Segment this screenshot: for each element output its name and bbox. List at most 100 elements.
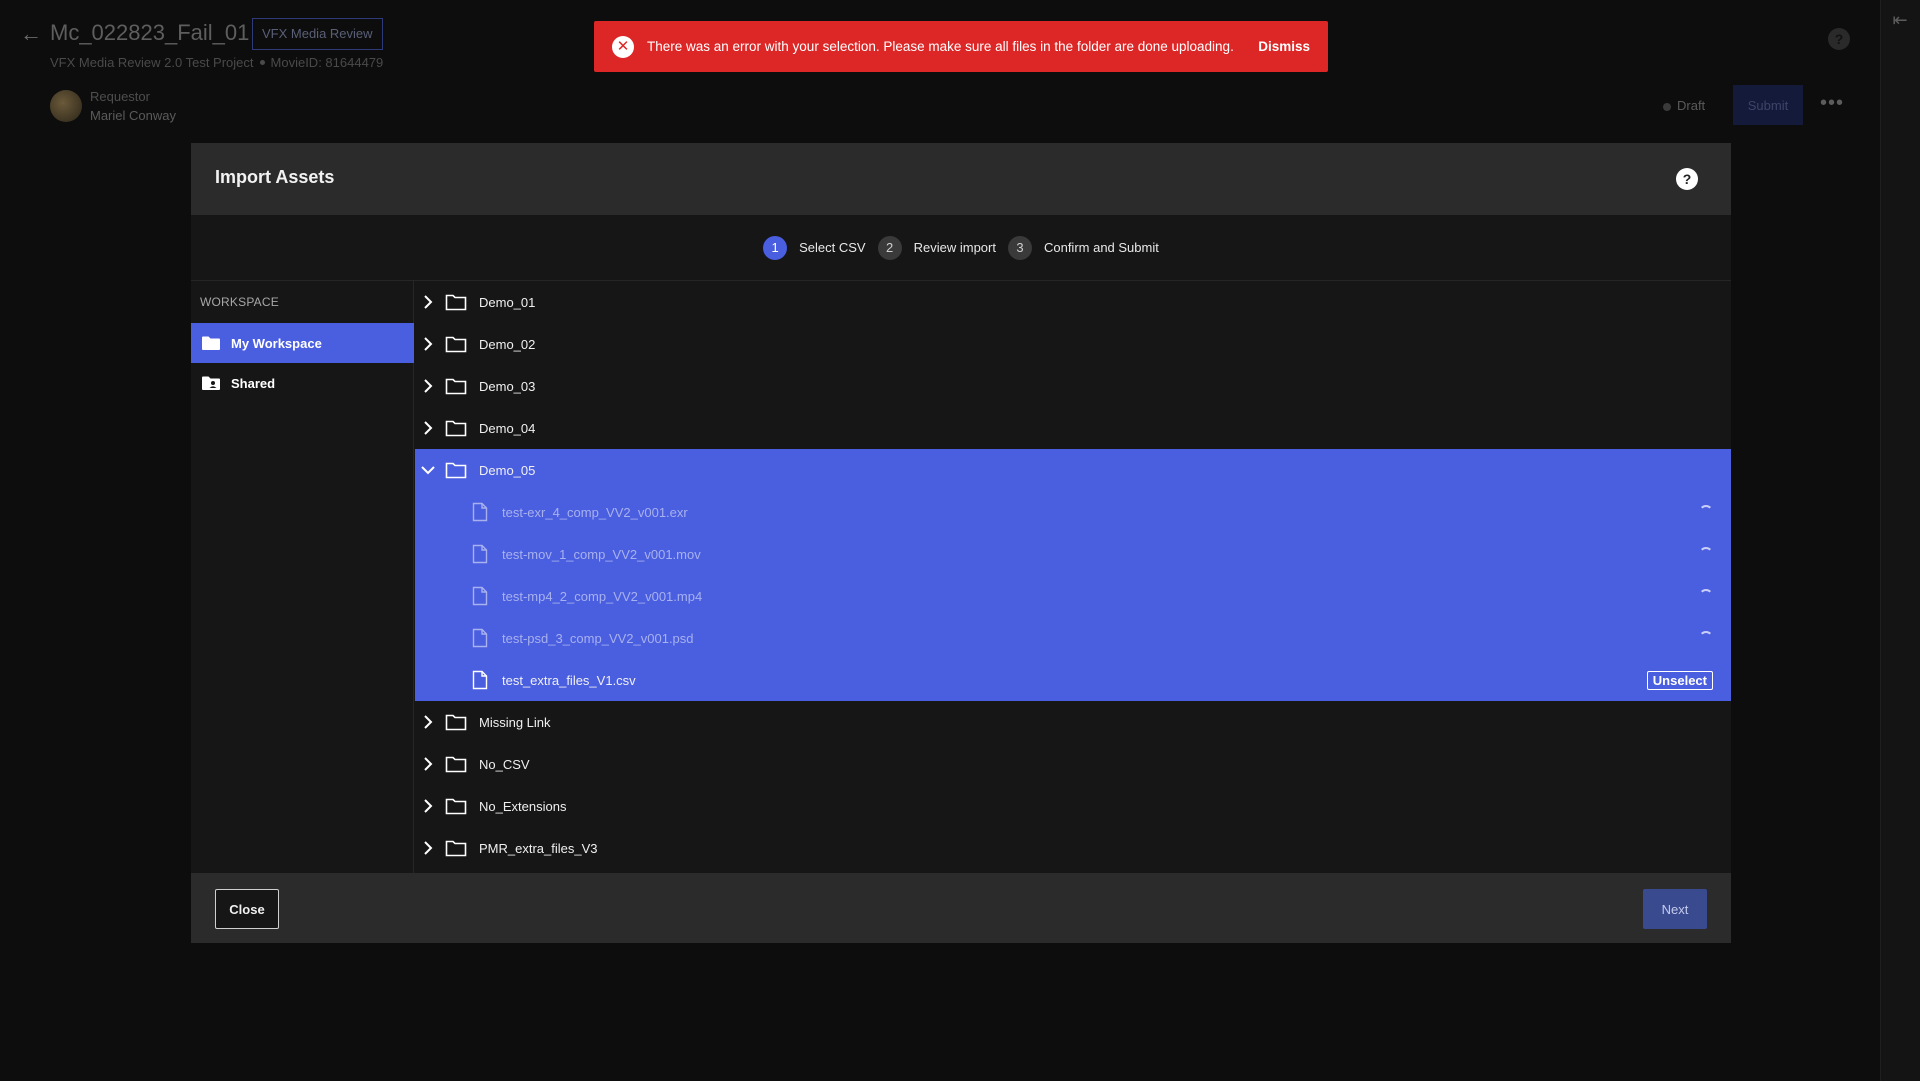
close-button[interactable]: Close [215, 889, 279, 929]
step-number: 2 [877, 235, 902, 260]
file-name: test-mp4_2_comp_VV2_v001.mp4 [502, 588, 703, 604]
file-icon [472, 628, 488, 648]
file-row-mp4[interactable]: test-mp4_2_comp_VV2_v001.mp4 [415, 575, 1731, 617]
folder-row-no-extensions[interactable]: No_Extensions [415, 785, 1731, 827]
next-button[interactable]: Next [1643, 889, 1707, 929]
status-text: Draft [1677, 98, 1706, 113]
file-name: test_extra_files_V1.csv [502, 672, 636, 688]
loading-spinner-icon [1699, 631, 1713, 645]
movie-id: MovieID: 81644479 [270, 55, 384, 70]
folder-name: No_CSV [479, 756, 530, 772]
folder-name: No_Extensions [479, 798, 567, 814]
folder-icon [445, 294, 467, 311]
separator-dot [259, 60, 265, 65]
folder-name: Demo_02 [479, 336, 536, 352]
file-row-mov[interactable]: test-mov_1_comp_VV2_v001.mov [415, 533, 1731, 575]
sidebar-heading: WORKSPACE [200, 295, 279, 309]
file-icon [472, 670, 488, 690]
folder-icon [445, 756, 467, 773]
folder-icon [445, 798, 467, 815]
error-toast: ✕ There was an error with your selection… [594, 21, 1328, 72]
step-label: Confirm and Submit [1043, 240, 1159, 255]
page-subtitle: VFX Media Review 2.0 Test Project MovieID… [50, 55, 383, 70]
shared-folder-icon [202, 376, 220, 390]
file-row-psd[interactable]: test-psd_3_comp_VV2_v001.psd [415, 617, 1731, 659]
avatar [50, 90, 82, 122]
unselect-button[interactable]: Unselect [1646, 671, 1713, 690]
error-icon: ✕ [612, 35, 634, 58]
sidebar-item-my-workspace[interactable]: My Workspace [191, 323, 414, 363]
collapse-panel-icon[interactable]: ⇤ [1886, 10, 1914, 32]
folder-row-pmr-extra-files-v3[interactable]: PMR_extra_files_V3 [415, 827, 1731, 869]
chevron-right-icon[interactable] [417, 291, 439, 313]
status-dot-icon [1663, 102, 1671, 111]
folder-row-no-csv[interactable]: No_CSV [415, 743, 1731, 785]
requestor-label: Requestor [90, 89, 150, 104]
folder-name: Demo_04 [479, 420, 536, 436]
chevron-right-icon[interactable] [417, 837, 439, 859]
folder-icon [445, 714, 467, 731]
chevron-right-icon[interactable] [417, 711, 439, 733]
folder-row-demo-03[interactable]: Demo_03 [415, 365, 1731, 407]
step-label: Select CSV [799, 240, 866, 255]
folder-name: Demo_03 [479, 378, 536, 394]
loading-spinner-icon [1699, 547, 1713, 561]
file-icon [472, 586, 488, 606]
more-options-icon[interactable]: ••• [1818, 92, 1846, 116]
project-name: VFX Media Review 2.0 Test Project [50, 55, 254, 70]
import-assets-modal: Import Assets ? 1 Select CSV 2 Review im… [191, 143, 1731, 943]
modal-title: Import Assets [215, 167, 335, 187]
status-badge: Draft [1663, 98, 1705, 113]
right-rail: ⇤ [1880, 0, 1920, 1081]
file-name: test-mov_1_comp_VV2_v001.mov [502, 546, 701, 562]
modal-header: Import Assets ? [191, 143, 1731, 215]
step-number: 3 [1007, 235, 1032, 260]
modal-footer: Close Next [191, 873, 1731, 943]
sidebar-item-label: Shared [231, 375, 276, 391]
chevron-right-icon[interactable] [417, 795, 439, 817]
stepper: 1 Select CSV 2 Review import 3 Confirm a… [191, 215, 1731, 281]
folder-row-demo-02[interactable]: Demo_02 [415, 323, 1731, 365]
chevron-right-icon[interactable] [417, 753, 439, 775]
folder-icon [202, 336, 220, 350]
workspace-sidebar: WORKSPACE My Workspace Shared [191, 281, 414, 873]
folder-row-missing-link[interactable]: Missing Link [415, 701, 1731, 743]
file-icon [472, 544, 488, 564]
page-title: Mc_022823_Fail_01 [50, 20, 250, 45]
submit-button[interactable]: Submit [1733, 85, 1803, 125]
folder-row-demo-01[interactable]: Demo_01 [415, 281, 1731, 323]
folder-icon [445, 840, 467, 857]
folder-name: Missing Link [479, 714, 551, 730]
folder-icon [445, 378, 467, 395]
help-icon[interactable]: ? [1676, 168, 1698, 190]
file-row-exr[interactable]: test-exr_4_comp_VV2_v001.exr [415, 491, 1731, 533]
sidebar-item-label: My Workspace [231, 335, 322, 351]
folder-row-demo-04[interactable]: Demo_04 [415, 407, 1731, 449]
chevron-right-icon[interactable] [417, 375, 439, 397]
folder-icon [445, 420, 467, 437]
step-number: 1 [763, 235, 788, 260]
step-review-import: 2 Review import [877, 235, 996, 260]
file-row-csv[interactable]: test_extra_files_V1.csv Unselect [415, 659, 1731, 701]
dismiss-button[interactable]: Dismiss [1248, 39, 1310, 54]
folder-name: Demo_01 [479, 294, 536, 310]
chevron-right-icon[interactable] [417, 417, 439, 439]
chevron-down-icon[interactable] [417, 459, 439, 481]
folder-name: PMR_extra_files_V3 [479, 840, 598, 856]
folder-icon [445, 462, 467, 479]
chevron-right-icon[interactable] [417, 333, 439, 355]
back-arrow-icon[interactable]: ← [20, 22, 44, 46]
file-icon [472, 502, 488, 522]
loading-spinner-icon [1699, 589, 1713, 603]
folder-tree: Demo_01 Demo_02 Demo_03 Demo_04 Demo_05 … [415, 281, 1731, 873]
file-name: test-exr_4_comp_VV2_v001.exr [502, 504, 688, 520]
folder-row-demo-05[interactable]: Demo_05 [415, 449, 1731, 491]
file-name: test-psd_3_comp_VV2_v001.psd [502, 630, 694, 646]
page-help-icon[interactable]: ? [1828, 28, 1850, 50]
folder-icon [445, 336, 467, 353]
sidebar-item-shared[interactable]: Shared [191, 363, 414, 403]
step-label: Review import [913, 240, 996, 255]
step-select-csv: 1 Select CSV [763, 235, 866, 260]
step-confirm-submit: 3 Confirm and Submit [1007, 235, 1159, 260]
page-badge: VFX Media Review [252, 18, 383, 50]
